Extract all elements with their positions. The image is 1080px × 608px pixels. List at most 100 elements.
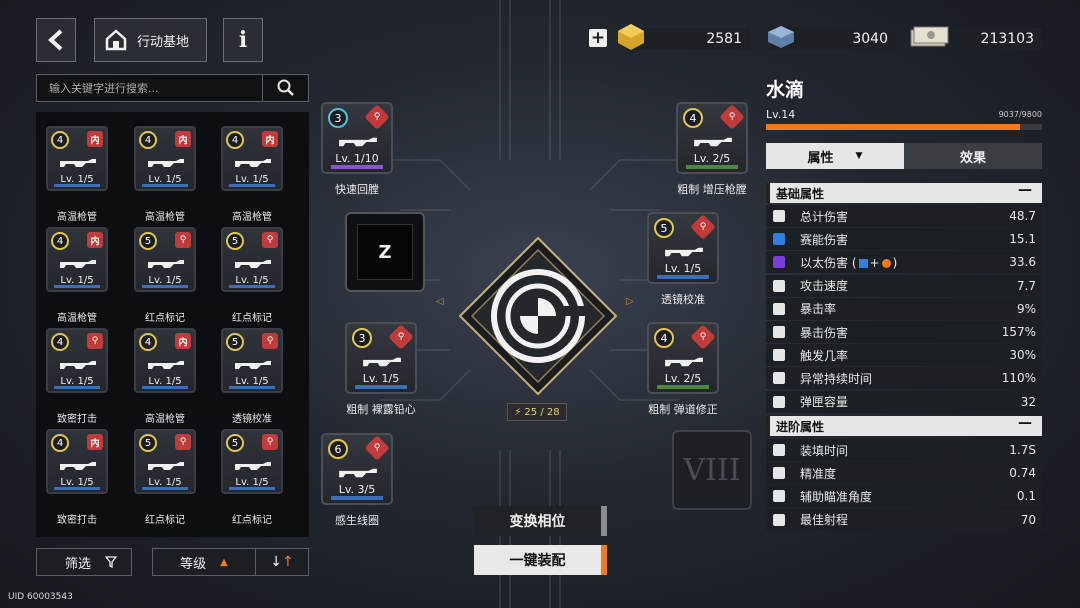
battery-icon <box>764 20 798 54</box>
rarity-level: 6 <box>328 439 348 459</box>
module-name: 感生线圈 <box>335 514 379 527</box>
rarity-level: 5 <box>654 218 674 238</box>
module-level: Lv. 1/5 <box>664 262 702 275</box>
search-button[interactable] <box>262 75 308 101</box>
inventory-item[interactable]: 5 ⚲ Lv. 1/5 <box>221 328 283 393</box>
stat-name-text: 最佳射程 <box>800 513 849 528</box>
stat-name: 攻击速度 <box>792 277 1017 294</box>
slot-badge-icon: ⚲ <box>690 324 716 350</box>
one-click-equip-button[interactable]: 一键装配 <box>474 545 607 575</box>
basic-stats-header[interactable]: 基础属性 — <box>766 182 1042 203</box>
tab-attributes-label: 属性 <box>807 150 834 166</box>
slot-badge-icon: ⚲ <box>175 232 191 248</box>
dropdown-arrow-icon: ▼ <box>855 151 863 161</box>
stat-name-text: 触发几率 <box>800 348 849 363</box>
gun-part-icon <box>361 354 403 368</box>
module-slot-pressure-chamber[interactable]: 4 ⚲ Lv. 2/5 <box>676 102 748 174</box>
rarity-level: 5 <box>226 434 244 452</box>
sort-level-button[interactable]: 等级 ▲ <box>153 549 256 575</box>
base-button[interactable]: 行动基地 <box>94 18 207 62</box>
rarity-level: 3 <box>352 328 372 348</box>
stat-row: 装填时间 1.7S <box>766 439 1042 461</box>
slot-badge-icon: ⚲ <box>262 232 278 248</box>
stat-name-text: 暴击率 <box>800 302 837 317</box>
weapon-level: Lv.14 <box>766 108 796 121</box>
fire-element-icon <box>881 258 891 268</box>
stat-value: 7.7 <box>1016 278 1036 293</box>
psi-damage-icon <box>766 233 792 246</box>
inventory-item[interactable]: 4 内 Lv. 1/5 <box>46 227 108 292</box>
rarity-level: 5 <box>139 232 157 250</box>
tab-effects[interactable]: 效果 <box>904 143 1042 169</box>
module-slot-sense-coil[interactable]: 6 ⚲ Lv. 3/5 <box>321 433 393 505</box>
stat-name: 暴击率 <box>792 300 1017 317</box>
sort-order-button[interactable]: ↓↑ <box>256 554 308 570</box>
capacity-badge: ⚡ 25 / 28 <box>507 403 567 421</box>
inventory-item[interactable]: 4 ⚲ Lv. 1/5 <box>46 328 108 393</box>
aim-assist-icon <box>766 490 792 503</box>
search-icon <box>277 79 294 96</box>
stat-row: 以太伤害 (+) 33.6 <box>766 251 1042 274</box>
slot-badge-icon: ⚲ <box>175 434 191 450</box>
module-name: 快速回膛 <box>335 183 379 196</box>
module-level-bar <box>331 165 383 169</box>
gun-part-icon <box>692 134 734 148</box>
inventory-item[interactable]: 4 内 Lv. 1/5 <box>134 126 196 191</box>
advanced-stats-header[interactable]: 进阶属性 — <box>766 415 1042 436</box>
stat-name: 总计伤害 <box>792 208 1009 225</box>
stat-value: 0.74 <box>1009 466 1036 481</box>
core-emblem-icon <box>458 236 618 396</box>
swap-phase-button[interactable]: 变换相位 <box>474 506 607 536</box>
module-slot-ballistic-fix[interactable]: 4 ⚲ Lv. 2/5 <box>647 322 719 394</box>
rarity-level: 3 <box>328 108 348 128</box>
module-slot-quick-return[interactable]: 3 ⚲ Lv. 1/10 <box>321 102 393 174</box>
module-level: Lv. 1/10 <box>335 152 379 165</box>
slot-badge-icon: ⚲ <box>388 324 414 350</box>
search-bar: 输入关键字进行搜索... <box>36 74 309 102</box>
module-level: Lv. 1/5 <box>362 372 400 385</box>
inventory-item[interactable]: 4 内 Lv. 1/5 <box>134 328 196 393</box>
info-button[interactable]: i <box>223 18 263 62</box>
inventory-item[interactable]: 5 ⚲ Lv. 1/5 <box>221 429 283 494</box>
rarity-level: 5 <box>226 333 244 351</box>
z-slot[interactable]: Z <box>345 212 425 292</box>
gun-part-icon <box>146 255 186 268</box>
gun-part-icon <box>233 457 273 470</box>
inventory-item[interactable]: 4 内 Lv. 1/5 <box>46 429 108 494</box>
inventory-item[interactable]: 5 ⚲ Lv. 1/5 <box>134 227 196 292</box>
weapon-core[interactable] <box>458 236 618 396</box>
inventory-item-name: 红点标记 <box>232 515 272 526</box>
gun-part-icon <box>337 134 379 148</box>
module-slot-lens-calib[interactable]: 5 ⚲ Lv. 1/5 <box>647 212 719 284</box>
stat-name: 辅助瞄准角度 <box>792 488 1017 505</box>
gun-part-icon <box>663 244 705 258</box>
sort-label: 等级 <box>180 556 207 572</box>
inventory-item-name: 致密打击 <box>57 515 97 526</box>
filter-button[interactable]: 筛选 <box>36 548 132 576</box>
viii-slot[interactable]: VIII <box>672 430 752 510</box>
inventory-item-name: 高温枪管 <box>232 212 272 223</box>
capacity-text: 25 / 28 <box>524 406 560 418</box>
tab-attributes[interactable]: 属性 ▼ <box>766 143 904 169</box>
slot-badge-icon: 内 <box>175 333 191 349</box>
slot-badge-icon: ⚲ <box>364 104 390 130</box>
weapon-exp: 9037/9800 <box>998 110 1042 119</box>
inventory-item-name: 透镜校准 <box>232 414 272 425</box>
inventory-item-name: 红点标记 <box>145 313 185 324</box>
inventory-item[interactable]: 5 ⚲ Lv. 1/5 <box>221 227 283 292</box>
add-currency-button[interactable]: + <box>589 28 607 48</box>
slot-badge-icon: 内 <box>87 434 103 450</box>
module-name: 粗制 弹道修正 <box>648 403 718 416</box>
inventory-item[interactable]: 4 内 Lv. 1/5 <box>46 126 108 191</box>
slot-badge-icon: 内 <box>87 232 103 248</box>
inventory-item[interactable]: 4 内 Lv. 1/5 <box>221 126 283 191</box>
magazine-icon <box>766 395 792 408</box>
gun-part-icon <box>233 154 273 167</box>
search-input[interactable]: 输入关键字进行搜索... <box>37 80 262 96</box>
back-button[interactable] <box>36 18 76 62</box>
gun-part-icon <box>58 154 98 167</box>
module-slot-naked-lead[interactable]: 3 ⚲ Lv. 1/5 <box>345 322 417 394</box>
range-icon <box>766 513 792 526</box>
attack-speed-icon <box>766 279 792 292</box>
inventory-item[interactable]: 5 ⚲ Lv. 1/5 <box>134 429 196 494</box>
